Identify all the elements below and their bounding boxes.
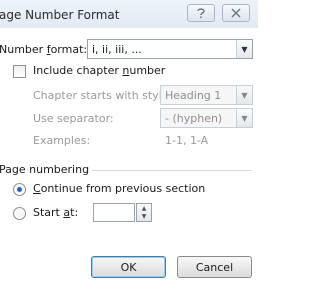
continue-from-previous-radio[interactable] [13,183,26,196]
section-divider [92,170,252,171]
include-chapter-number-label[interactable]: Include chapter number [33,64,165,77]
start-at-input[interactable] [93,203,135,222]
cancel-button[interactable]: Cancel [177,256,252,278]
ok-button[interactable]: OK [91,256,166,278]
separator-value: - (hyphen) [165,112,223,125]
dialog-title: age Number Format [0,8,120,22]
chevron-down-icon[interactable]: ▼ [236,40,252,58]
spin-down-icon[interactable]: ▼ [137,213,151,221]
help-button[interactable] [187,4,215,22]
spin-up-icon[interactable]: ▲ [137,205,151,213]
help-icon [197,8,205,19]
title-bar[interactable]: age Number Format [0,0,258,28]
chevron-down-icon[interactable]: ▼ [236,109,252,127]
separator-select[interactable]: - (hyphen) ▼ [160,108,253,128]
chapter-style-value: Heading 1 [165,89,222,102]
chapter-style-select[interactable]: Heading 1 ▼ [160,85,253,105]
page-numbering-heading: Page numbering [0,163,90,176]
continue-from-previous-label[interactable]: Continue from previous section [33,182,205,195]
start-at-spinner[interactable]: ▲ ▼ [136,203,152,222]
separator-label: Use separator: [33,112,114,125]
chapter-style-label: Chapter starts with style: [33,89,173,102]
number-format-select[interactable]: i, ii, iii, ... ▼ [87,39,253,59]
number-format-value: i, ii, iii, ... [92,43,142,56]
start-at-label[interactable]: Start at: [33,206,78,219]
include-chapter-number-checkbox[interactable] [13,65,26,78]
close-icon [231,8,241,18]
number-format-label: Number format: [0,43,88,56]
start-at-radio[interactable] [13,207,26,220]
close-button[interactable] [222,4,250,22]
page-number-format-dialog: age Number Format Number format: i, ii, … [0,0,258,292]
examples-value: 1-1, 1-A [165,134,209,147]
chevron-down-icon[interactable]: ▼ [236,86,252,104]
examples-label: Examples: [33,134,91,147]
